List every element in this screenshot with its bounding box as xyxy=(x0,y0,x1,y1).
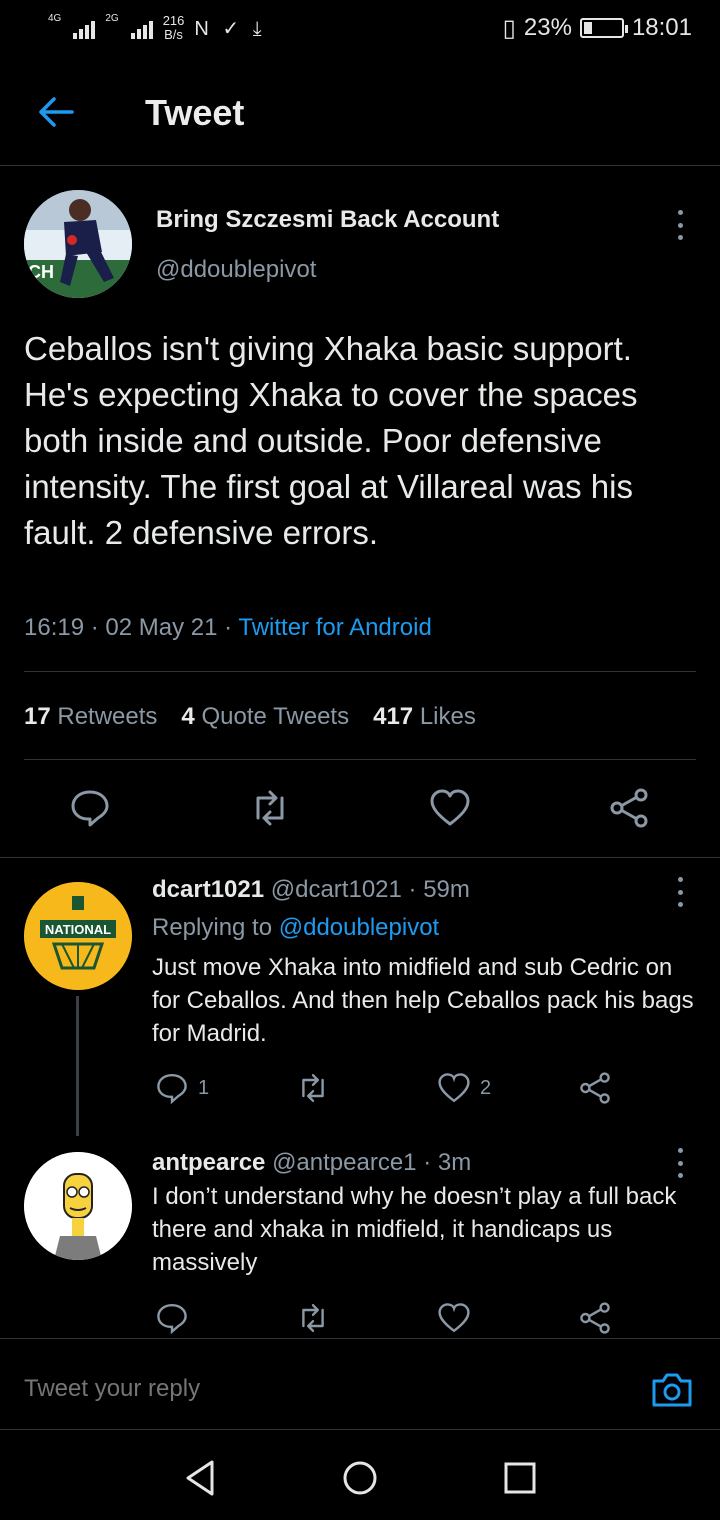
more-options-icon[interactable] xyxy=(675,877,685,907)
reply-author-handle[interactable]: @antpearce1 xyxy=(272,1149,416,1176)
share-icon xyxy=(580,1072,610,1104)
reply-age: · 3m xyxy=(423,1149,472,1176)
signal-1-label: 4G xyxy=(48,13,62,24)
svg-text:NATIONAL: NATIONAL xyxy=(45,922,111,937)
more-options-icon[interactable] xyxy=(675,1148,685,1178)
likes-stat[interactable]: 417 Likes xyxy=(373,703,476,731)
retweet-icon xyxy=(302,1074,324,1102)
share-icon xyxy=(580,1302,610,1334)
reply-header: dcart1021 @dcart1021 · 59m xyxy=(152,876,470,904)
reply-icon xyxy=(157,1303,187,1334)
tweet-text: Ceballos isn't giving Xhaka basic suppor… xyxy=(24,330,638,551)
like-icon[interactable] xyxy=(430,788,470,828)
reply-avatar[interactable]: NATIONAL xyxy=(24,882,132,990)
like-icon xyxy=(438,1073,470,1103)
reply-compose-bar xyxy=(0,1338,720,1430)
reply-icon[interactable] xyxy=(70,788,110,828)
like-button[interactable]: 2 xyxy=(438,1072,491,1104)
retweet-button[interactable] xyxy=(297,1072,329,1104)
thread-line xyxy=(76,996,79,1136)
system-nav-bar xyxy=(0,1430,720,1520)
divider xyxy=(24,671,696,672)
app-header: Tweet xyxy=(0,56,720,166)
status-bar: 4G 2G 216 B/s N ✓ ⤓ ▯ 23% 18:01 xyxy=(0,0,720,56)
divider xyxy=(0,857,720,858)
notification-icons: N ✓ ⤓ xyxy=(194,17,266,40)
signal-icon xyxy=(130,17,153,39)
reply-button[interactable] xyxy=(156,1302,188,1334)
reply-header: antpearce @antpearce1 · 3m xyxy=(152,1149,471,1177)
reply-avatar[interactable] xyxy=(24,1152,132,1260)
reply-icon xyxy=(157,1073,187,1104)
replying-to-link[interactable]: @ddoublepivot xyxy=(279,914,439,941)
tweet-time: 16:19 xyxy=(24,614,85,641)
reply-text: Just move Xhaka into midfield and sub Ce… xyxy=(152,954,694,1047)
back-arrow-icon[interactable] xyxy=(36,92,76,132)
camera-icon[interactable] xyxy=(650,1369,694,1409)
like-count: 2 xyxy=(480,1076,492,1099)
reply-input[interactable] xyxy=(24,1375,624,1403)
network-speed: 216 B/s xyxy=(162,13,185,42)
reply-button[interactable]: 1 xyxy=(156,1072,209,1104)
author-name[interactable]: Bring Szczesmi Back Account xyxy=(156,206,499,234)
signal-icon xyxy=(73,17,96,39)
retweet-icon xyxy=(302,1304,324,1332)
vibrate-icon: ▯ xyxy=(502,14,516,42)
reply-count: 1 xyxy=(198,1076,210,1099)
reply-text: I don’t understand why he doesn’t play a… xyxy=(152,1183,677,1276)
tweet-meta: 16:19 · 02 May 21 · Twitter for Android xyxy=(24,614,432,641)
author-avatar[interactable]: CH xyxy=(24,190,132,298)
home-nav-icon[interactable] xyxy=(340,1458,380,1498)
back-nav-icon[interactable] xyxy=(180,1458,220,1498)
recents-nav-icon[interactable] xyxy=(500,1458,540,1498)
clock: 18:01 xyxy=(631,14,692,41)
reply-author-name[interactable]: dcart1021 xyxy=(152,876,264,903)
svg-text:CH: CH xyxy=(28,262,54,282)
replying-to: Replying to @ddoublepivot xyxy=(152,914,440,941)
tweet-source-link[interactable]: Twitter for Android xyxy=(238,614,431,641)
share-button[interactable] xyxy=(579,1302,611,1334)
battery-icon xyxy=(579,18,628,38)
reply-author-handle[interactable]: @dcart1021 xyxy=(271,876,402,903)
page-title: Tweet xyxy=(145,92,245,133)
reply-age: · 59m xyxy=(408,876,470,903)
retweet-icon[interactable] xyxy=(250,788,290,828)
tweet-date: 02 May 21 xyxy=(105,614,218,641)
battery-percent: 23% xyxy=(523,14,572,41)
like-button[interactable] xyxy=(438,1302,470,1334)
divider xyxy=(24,759,696,760)
share-icon[interactable] xyxy=(609,788,649,828)
signal-2-label: 2G xyxy=(105,13,119,24)
like-icon xyxy=(438,1303,470,1333)
retweet-button[interactable] xyxy=(297,1302,329,1334)
share-button[interactable] xyxy=(579,1072,611,1104)
author-handle[interactable]: @ddoublepivot xyxy=(156,256,316,284)
more-options-icon[interactable] xyxy=(675,210,685,240)
quotes-stat[interactable]: 4 Quote Tweets xyxy=(181,703,349,731)
retweets-stat[interactable]: 17 Retweets xyxy=(24,703,157,731)
tweet-stats: 17 Retweets 4 Quote Tweets 417 Likes xyxy=(24,703,476,731)
reply-author-name[interactable]: antpearce xyxy=(152,1149,265,1176)
